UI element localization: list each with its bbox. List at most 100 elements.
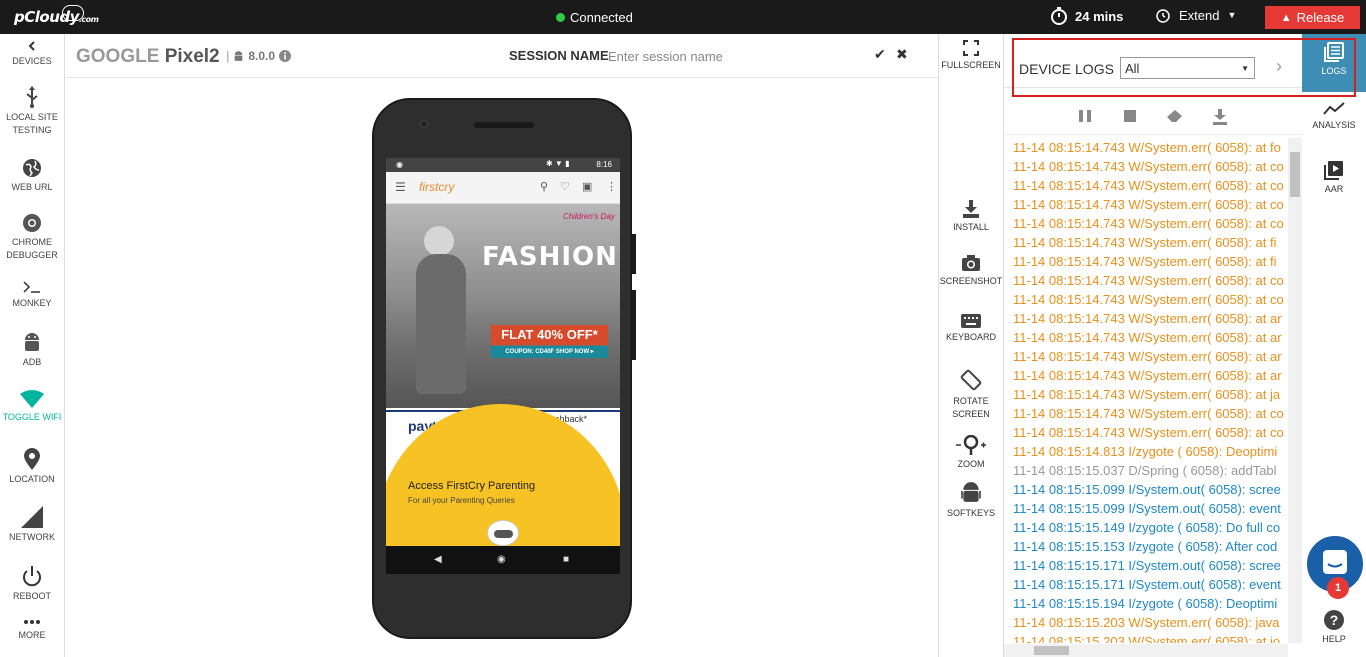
stopwatch-icon bbox=[1051, 7, 1067, 25]
session-timer: 24 mins bbox=[1050, 7, 1123, 25]
terminal-icon bbox=[23, 281, 40, 293]
signal-icon bbox=[21, 506, 43, 528]
fashion-banner[interactable]: Children's Day FASHION FLAT 40% OFF* COU… bbox=[386, 204, 620, 408]
usb-icon bbox=[26, 86, 38, 108]
cancel-x-icon[interactable]: ✖ bbox=[896, 46, 908, 63]
connection-label: Connected bbox=[570, 10, 633, 25]
screenshot-button[interactable]: SCREENSHOT bbox=[939, 254, 1003, 288]
keyboard-button[interactable]: KEYBOARD bbox=[939, 314, 1003, 344]
fullscreen-button[interactable]: FULLSCREEN bbox=[939, 40, 1003, 72]
location-icon bbox=[24, 448, 40, 470]
stop-icon[interactable] bbox=[1123, 109, 1137, 128]
log-lines[interactable]: 11-14 08:15:14.743 W/System.err( 6058): … bbox=[1004, 138, 1287, 643]
device-logs-title: DEVICE LOGS bbox=[1019, 61, 1114, 77]
log-horizontal-scrollbar[interactable] bbox=[1004, 644, 1288, 657]
childrens-day-tag: Children's Day bbox=[563, 212, 615, 221]
log-vertical-scrollbar[interactable] bbox=[1288, 138, 1302, 643]
home-nav-icon[interactable]: ◉ bbox=[497, 554, 506, 565]
hamburger-icon[interactable]: ☰ bbox=[395, 180, 406, 194]
log-line: 11-14 08:15:15.203 W/System.err( 6058): … bbox=[1013, 615, 1280, 630]
sidebar-item-label: WEB URL bbox=[11, 182, 53, 192]
sidebar-item-adb[interactable]: ADB bbox=[0, 331, 64, 369]
tab-logs[interactable]: LOGS bbox=[1302, 34, 1366, 92]
eject-icon: ▲ bbox=[1280, 11, 1292, 24]
sidebar-item-reboot[interactable]: REBOOT bbox=[0, 565, 64, 603]
softkeys-button[interactable]: SOFTKEYS bbox=[939, 480, 1003, 520]
help-button[interactable]: ? HELP bbox=[1302, 610, 1366, 646]
notification-icon: ◉ bbox=[396, 160, 403, 169]
wifi-icon bbox=[20, 390, 44, 408]
sidebar-item-chrome-debugger[interactable]: CHROME DEBUGGER bbox=[0, 213, 64, 262]
sidebar-item-devices[interactable]: DEVICES bbox=[0, 40, 64, 68]
globe-icon bbox=[23, 159, 41, 177]
log-line: 11-14 08:15:14.743 W/System.err( 6058): … bbox=[1013, 349, 1282, 364]
tool-label: SOFTKEYS bbox=[946, 508, 995, 518]
android-icon bbox=[961, 482, 981, 502]
log-line: 11-14 08:15:14.813 I/zygote ( 6058): Deo… bbox=[1013, 444, 1278, 459]
status-dot-icon bbox=[556, 13, 565, 22]
rotate-screen-button[interactable]: ROTATE SCREEN bbox=[939, 368, 1003, 421]
log-line: 11-14 08:15:14.743 W/System.err( 6058): … bbox=[1013, 387, 1281, 402]
device-tools: FULLSCREEN INSTALL SCREENSHOT KEYBOARD R… bbox=[938, 34, 1003, 657]
install-button[interactable]: INSTALL bbox=[939, 200, 1003, 234]
sidebar-item-web-url[interactable]: WEB URL bbox=[0, 158, 64, 194]
sidebar-item-toggle-wifi[interactable]: TOGGLE WIFI bbox=[0, 390, 64, 424]
eraser-icon[interactable] bbox=[1166, 109, 1184, 128]
logs-header: DEVICE LOGS All ▼ › bbox=[1004, 34, 1303, 88]
camera-icon bbox=[962, 255, 980, 271]
sidebar-item-label: LOCATION bbox=[9, 474, 55, 484]
pcloudy-logo[interactable]: pCloudy.com bbox=[14, 8, 99, 26]
log-line: 11-14 08:15:15.037 D/Spring ( 6058): add… bbox=[1013, 463, 1277, 478]
tab-label: HELP bbox=[1322, 634, 1346, 644]
heart-icon[interactable]: ♡ bbox=[560, 180, 570, 193]
download-icon[interactable] bbox=[1212, 109, 1228, 130]
scroll-thumb[interactable] bbox=[1290, 152, 1300, 197]
banner-child-head bbox=[424, 226, 454, 256]
sidebar-item-more[interactable]: MORE bbox=[0, 618, 64, 642]
cart-icon[interactable]: ▣ bbox=[582, 180, 592, 193]
sidebar-item-local-site-testing[interactable]: LOCAL SITE TESTING bbox=[0, 86, 64, 137]
keyboard-icon bbox=[961, 314, 981, 328]
overflow-menu-icon[interactable]: ⋮ bbox=[606, 180, 617, 193]
tab-label: ANALYSIS bbox=[1312, 120, 1356, 130]
log-filter-select[interactable]: All ▼ bbox=[1120, 57, 1255, 79]
sidebar-item-label: LOCAL SITE TESTING bbox=[6, 112, 58, 135]
log-line: 11-14 08:15:14.743 W/System.err( 6058): … bbox=[1013, 406, 1284, 421]
session-name-input[interactable] bbox=[608, 46, 858, 66]
release-button[interactable]: ▲ Release bbox=[1265, 6, 1360, 29]
pause-icon[interactable] bbox=[1078, 109, 1092, 128]
tool-label: SCREENSHOT bbox=[939, 276, 1003, 286]
tool-label: KEYBOARD bbox=[945, 332, 996, 342]
sidebar-item-monkey[interactable]: MONKEY bbox=[0, 280, 64, 310]
info-icon[interactable] bbox=[279, 50, 292, 62]
log-line: 11-14 08:15:14.743 W/System.err( 6058): … bbox=[1013, 311, 1282, 326]
scroll-thumb[interactable] bbox=[1034, 646, 1069, 655]
back-nav-icon[interactable]: ◀ bbox=[434, 554, 442, 565]
chevron-right-icon[interactable]: › bbox=[1276, 56, 1282, 77]
tool-label: FULLSCREEN bbox=[941, 60, 1001, 70]
phone-volume-button bbox=[632, 290, 636, 360]
more-icon bbox=[24, 620, 40, 624]
tool-label: ROTATE SCREEN bbox=[952, 396, 990, 419]
banner-title: FASHION bbox=[482, 242, 618, 272]
sidebar-item-label: MONKEY bbox=[12, 298, 52, 308]
logo-cloud-icon bbox=[62, 5, 84, 21]
sidebar-item-network[interactable]: NETWORK bbox=[0, 506, 64, 544]
tab-analysis[interactable]: ANALYSIS bbox=[1302, 102, 1366, 132]
extend-dropdown[interactable]: Extend ▼ bbox=[1155, 7, 1236, 23]
popup-toggle-icon[interactable] bbox=[487, 520, 519, 546]
confirm-check-icon[interactable]: ✔ bbox=[874, 46, 886, 63]
search-icon[interactable]: ⚲ bbox=[540, 180, 548, 193]
device-screen[interactable]: ◉ ✱ ▼ ▮ 8:16 ☰ firstcry ⚲ ♡ ▣ ⋮ Children… bbox=[386, 158, 620, 574]
tab-aar[interactable]: AAR bbox=[1302, 160, 1366, 196]
android-nav-bar: ◀ ◉ ■ bbox=[386, 546, 620, 574]
log-line: 11-14 08:15:15.171 I/System.out( 6058): … bbox=[1013, 558, 1281, 573]
release-label: Release bbox=[1296, 10, 1345, 25]
status-time: 8:16 bbox=[596, 160, 612, 169]
log-line: 11-14 08:15:14.743 W/System.err( 6058): … bbox=[1013, 330, 1282, 345]
log-line: 11-14 08:15:14.743 W/System.err( 6058): … bbox=[1013, 273, 1284, 288]
sidebar-item-location[interactable]: LOCATION bbox=[0, 448, 64, 486]
zoom-control[interactable]: ZOOM bbox=[939, 435, 1003, 471]
caret-down-icon: ▼ bbox=[1227, 10, 1237, 20]
recents-nav-icon[interactable]: ■ bbox=[563, 554, 569, 565]
